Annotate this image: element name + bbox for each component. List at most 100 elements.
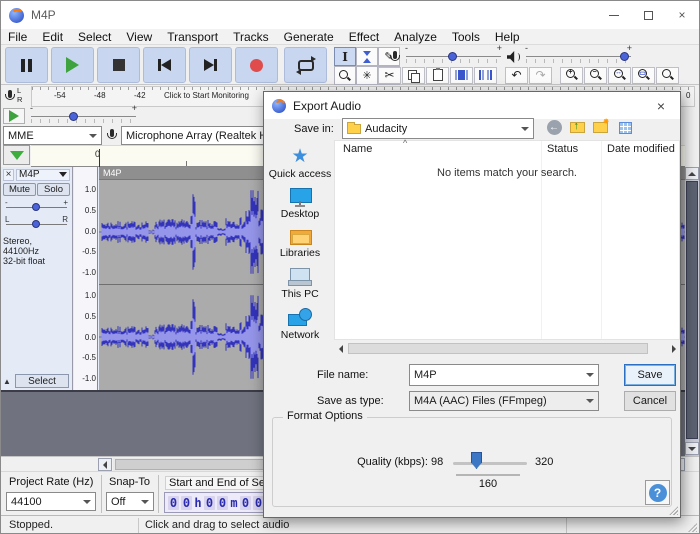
selection-tool-button[interactable]: I [334, 47, 356, 66]
skip-end-button[interactable] [189, 47, 232, 83]
fit-selection-button[interactable]: ↔ [608, 67, 631, 84]
timeline-pin-button[interactable] [3, 145, 30, 165]
help-button[interactable]: ? [645, 480, 670, 505]
quality-slider[interactable] [453, 462, 527, 465]
playback-volume-slider[interactable]: - + [526, 50, 631, 64]
play-speed-thumb[interactable] [69, 112, 78, 121]
column-date-modified[interactable]: Date modified [607, 143, 675, 155]
sidebar-item-network[interactable]: Network [268, 308, 332, 348]
play-button[interactable] [51, 47, 94, 83]
collapse-track-button[interactable]: ▲ [3, 377, 11, 386]
play-at-speed-icon [9, 110, 19, 122]
save-as-type-select[interactable]: M4A (AAC) Files (FFmpeg) [409, 391, 599, 411]
mic-icon [389, 51, 400, 64]
dialog-resize-grip[interactable] [669, 506, 678, 515]
vertical-scrollbar[interactable] [685, 167, 699, 456]
zoom-out-button[interactable]: − [584, 67, 607, 84]
sidebar-item-desktop[interactable]: Desktop [268, 188, 332, 228]
views-menu-button[interactable] [613, 118, 640, 137]
playback-volume-thumb[interactable] [620, 52, 629, 61]
file-list-hscrollbar[interactable] [334, 342, 680, 355]
menu-view[interactable]: View [126, 30, 152, 44]
menu-help[interactable]: Help [495, 30, 520, 44]
new-folder-button[interactable] [590, 118, 610, 137]
scroll-down-button[interactable] [685, 442, 699, 455]
file-name-input[interactable]: M4P [409, 364, 599, 386]
sidebar-item-this-pc[interactable]: This PC [268, 268, 332, 308]
cancel-button[interactable]: Cancel [624, 391, 676, 411]
gain-slider[interactable]: - + [3, 198, 70, 213]
sidebar-item-libraries[interactable]: Libraries [268, 228, 332, 268]
file-list[interactable]: Name ^ Status Date modified No items mat… [334, 140, 680, 340]
menu-effect[interactable]: Effect [349, 30, 379, 44]
menu-transport[interactable]: Transport [167, 30, 218, 44]
toolbar-separator [101, 475, 102, 513]
menu-analyze[interactable]: Analyze [394, 30, 437, 44]
track-close-button[interactable]: × [3, 169, 14, 181]
list-scroll-left-button[interactable] [334, 342, 347, 355]
close-button[interactable]: × [665, 1, 699, 29]
envelope-tool-button[interactable] [356, 47, 378, 66]
menu-tracks[interactable]: Tracks [233, 30, 269, 44]
undo-button[interactable]: ↶ [505, 67, 528, 84]
up-one-level-button[interactable] [567, 118, 587, 137]
list-scroll-thumb[interactable] [348, 343, 648, 354]
redo-button[interactable]: ↷ [529, 67, 552, 84]
fit-project-button[interactable]: ▭ [632, 67, 655, 84]
solo-button[interactable]: Solo [37, 183, 70, 196]
play-at-speed-button[interactable] [3, 108, 25, 124]
list-scroll-right-button[interactable] [667, 342, 680, 355]
recording-volume-slider[interactable]: - + [406, 50, 501, 64]
track-name[interactable]: M4P [16, 169, 70, 181]
play-speed-slider[interactable]: - + [31, 110, 136, 124]
scroll-left-button[interactable] [98, 458, 112, 471]
recording-volume-thumb[interactable] [448, 52, 457, 61]
zoom-tool-button[interactable] [334, 66, 356, 85]
speaker-icon [507, 51, 520, 63]
menu-tools[interactable]: Tools [452, 30, 480, 44]
paste-button[interactable] [426, 67, 449, 84]
pan-slider[interactable]: L R [3, 215, 70, 230]
track-select-button[interactable]: Select [15, 374, 69, 388]
column-status[interactable]: Status [547, 143, 578, 155]
minimize-button[interactable] [597, 1, 631, 29]
scroll-up-button[interactable] [685, 167, 699, 180]
stop-button[interactable] [97, 47, 140, 83]
save-in-select[interactable]: Audacity [342, 118, 534, 139]
menu-edit[interactable]: Edit [42, 30, 63, 44]
maximize-button[interactable] [631, 1, 665, 29]
copy-button[interactable] [402, 67, 425, 84]
device-mic-icon [106, 129, 117, 142]
column-name[interactable]: Name [343, 143, 372, 155]
zoom-in-button[interactable]: + [560, 67, 583, 84]
project-rate-select[interactable]: 44100 [6, 492, 96, 511]
menu-select[interactable]: Select [78, 30, 111, 44]
menu-generate[interactable]: Generate [284, 30, 334, 44]
record-button[interactable] [235, 47, 278, 83]
cut-button[interactable]: ✂ [378, 67, 401, 84]
mute-button[interactable]: Mute [3, 183, 36, 196]
trim-button[interactable] [450, 67, 473, 84]
loop-button[interactable] [284, 47, 327, 83]
resize-grip[interactable] [688, 523, 697, 532]
vertical-scale-ruler[interactable]: 1.00.50.0-0.5-1.0 1.00.50.0-0.5-1.0 [74, 167, 98, 390]
pan-thumb[interactable] [32, 220, 40, 228]
status-separator [138, 518, 139, 533]
audio-host-select[interactable]: MME [3, 126, 102, 145]
multi-tool-button[interactable]: ✳ [356, 66, 378, 85]
snap-to-select[interactable]: Off [106, 492, 154, 511]
zoom-toggle-button[interactable] [656, 67, 679, 84]
back-button[interactable]: ← [544, 118, 564, 137]
dialog-close-button[interactable]: × [646, 92, 676, 119]
skip-start-button[interactable] [143, 47, 186, 83]
gain-thumb[interactable] [32, 203, 40, 211]
vertical-scroll-thumb[interactable] [686, 181, 698, 439]
multitool-icon: ✳ [362, 69, 371, 82]
menu-file[interactable]: File [8, 30, 27, 44]
pause-button[interactable] [5, 47, 48, 83]
save-button[interactable]: Save [624, 364, 676, 386]
recording-device-value: Microphone Array (Realtek High [126, 130, 282, 142]
silence-button[interactable] [474, 67, 497, 84]
sidebar-item-quick-access[interactable]: ★ Quick access [268, 148, 332, 188]
quality-slider-thumb[interactable] [471, 452, 482, 469]
